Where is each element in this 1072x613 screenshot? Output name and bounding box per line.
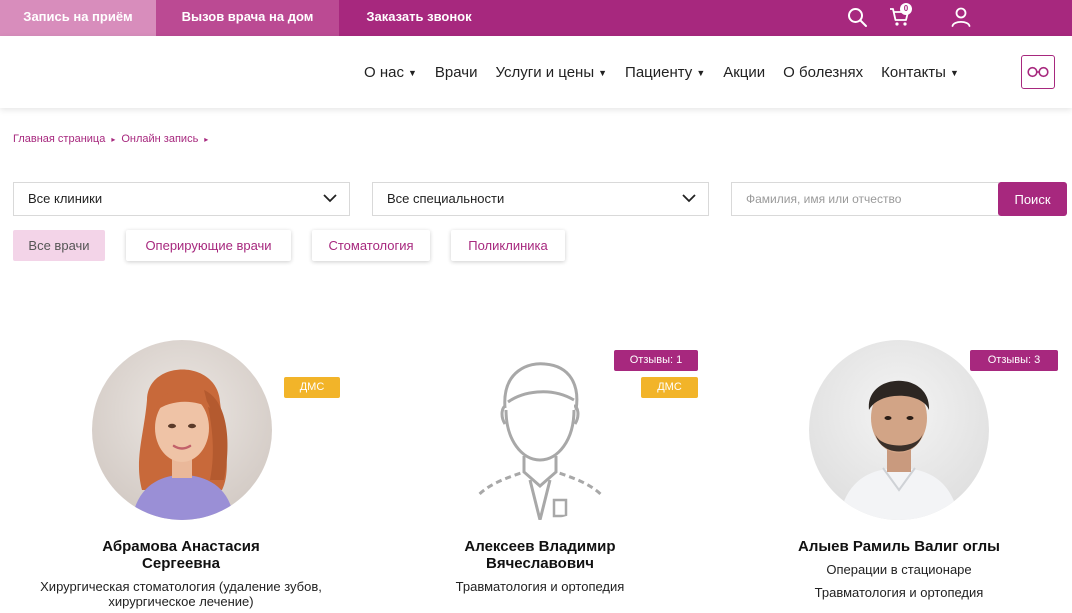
doctor-name-line: Абрамова Анастасия (102, 538, 260, 555)
nav-services[interactable]: Услуги и цены ▼ (495, 64, 607, 81)
doctor-name[interactable]: Абрамова Анастасия Сергеевна (1, 538, 361, 572)
breadcrumb-online[interactable]: Онлайн запись (121, 133, 198, 145)
top-bar: Запись на приём Вызов врача на дом Заказ… (0, 0, 1072, 36)
caret-down-icon: ▼ (696, 67, 706, 78)
main-nav: О нас ▼ Врачи Услуги и цены ▼ Пациенту ▼ Ак… (364, 64, 977, 81)
tab-polyclinic[interactable]: Поликлиника (451, 230, 565, 261)
doctor-specialty: Травматология и ортопедия (360, 579, 720, 594)
dms-badge: ДМС (641, 377, 698, 398)
nav-diseases[interactable]: О болезнях (783, 64, 863, 81)
doctor-photo-image (92, 340, 272, 520)
clinic-select-value: Все клиники (28, 191, 103, 206)
callback-button[interactable]: Заказать звонок (339, 0, 499, 36)
clinic-select[interactable]: Все клиники (13, 182, 350, 216)
doctor-specialty: Операции в стационаре (719, 562, 1072, 577)
home-visit-button[interactable]: Вызов врача на дом (156, 0, 339, 36)
user-icon[interactable] (949, 5, 973, 29)
breadcrumb-separator: ▸ (111, 135, 116, 144)
doctor-photo[interactable] (450, 340, 630, 520)
nav-about-label: О нас (364, 64, 404, 81)
doctor-name-line: Алексеев Владимир (464, 538, 616, 555)
reviews-badge[interactable]: Отзывы: 3 (970, 350, 1058, 371)
cart-count-badge: 0 (900, 3, 912, 15)
glasses-icon (1027, 66, 1049, 78)
doctor-specialty: Травматология и ортопедия (719, 585, 1072, 600)
doctor-specialty-line: хирургическое лечение) (108, 594, 254, 609)
doctor-placeholder-icon (450, 340, 630, 520)
doctor-card: ДМС Абрамова Анастасия Сергеевна Хирурги… (1, 340, 361, 613)
nav-services-label: Услуги и цены (495, 64, 595, 81)
specialty-select[interactable]: Все специальности (372, 182, 709, 216)
nav-promos[interactable]: Акции (723, 64, 765, 81)
nav-doctors-label: Врачи (434, 64, 478, 81)
low-vision-button[interactable] (1021, 55, 1055, 89)
nav-promos-label: Акции (723, 64, 766, 81)
caret-down-icon: ▼ (949, 67, 959, 78)
tab-all-doctors[interactable]: Все врачи (13, 230, 105, 261)
doctor-specialty-line: Операции в стационаре (826, 562, 972, 577)
doctor-search-input[interactable] (731, 182, 999, 216)
doctor-name-line: Алыев Рамиль Валиг оглы (797, 538, 1000, 555)
doctor-photo[interactable] (809, 340, 989, 520)
nav-patient-label: Пациенту (625, 64, 693, 81)
doctor-photo-image (809, 340, 989, 520)
doctor-specialty-line: Травматология и ортопедия (455, 579, 625, 594)
breadcrumb-home[interactable]: Главная страница (13, 133, 105, 145)
main-header: О нас ▼ Врачи Услуги и цены ▼ Пациенту ▼ Ак… (0, 36, 1072, 108)
doctor-card: Отзывы: 3 Алыев Рамиль Валиг оглы Операц… (719, 340, 1072, 613)
tab-dentistry[interactable]: Стоматология (312, 230, 430, 261)
doctor-specialty-line: Хирургическая стоматология (удаление зуб… (40, 579, 322, 594)
nav-contacts-label: Контакты (881, 64, 946, 81)
nav-contacts[interactable]: Контакты ▼ (881, 64, 959, 81)
nav-doctors[interactable]: Врачи (435, 64, 478, 81)
doctor-specialty: Хирургическая стоматология (удаление зуб… (1, 579, 361, 609)
search-button[interactable]: Поиск (998, 182, 1067, 216)
reviews-badge[interactable]: Отзывы: 1 (614, 350, 698, 371)
nav-about[interactable]: О нас ▼ (364, 64, 417, 81)
doctor-name-line: Вячеславович (486, 555, 594, 572)
doctor-name[interactable]: Алыев Рамиль Валиг оглы (719, 538, 1072, 555)
doctor-name[interactable]: Алексеев Владимир Вячеславович (360, 538, 720, 572)
caret-down-icon: ▼ (407, 67, 417, 78)
specialty-select-value: Все специальности (387, 191, 505, 206)
chevron-down-icon (682, 194, 696, 203)
doctor-card: Отзывы: 1 ДМС Алексеев Владимир Вячеслав… (360, 340, 720, 613)
doctor-specialty-line: Травматология и ортопедия (814, 585, 984, 600)
doctor-photo[interactable] (92, 340, 272, 520)
search-icon[interactable] (845, 5, 869, 29)
nav-diseases-label: О болезнях (783, 64, 864, 81)
dms-badge: ДМС (284, 377, 340, 398)
nav-patient[interactable]: Пациенту ▼ (625, 64, 705, 81)
breadcrumb: Главная страница ▸ Онлайн запись ▸ (13, 133, 214, 145)
chevron-down-icon (323, 194, 337, 203)
breadcrumb-separator: ▸ (204, 135, 209, 144)
doctor-name-line: Сергеевна (142, 555, 220, 572)
appointment-button[interactable]: Запись на приём (0, 0, 156, 36)
caret-down-icon: ▼ (598, 67, 608, 78)
tab-surgeons[interactable]: Оперирующие врачи (126, 230, 291, 261)
